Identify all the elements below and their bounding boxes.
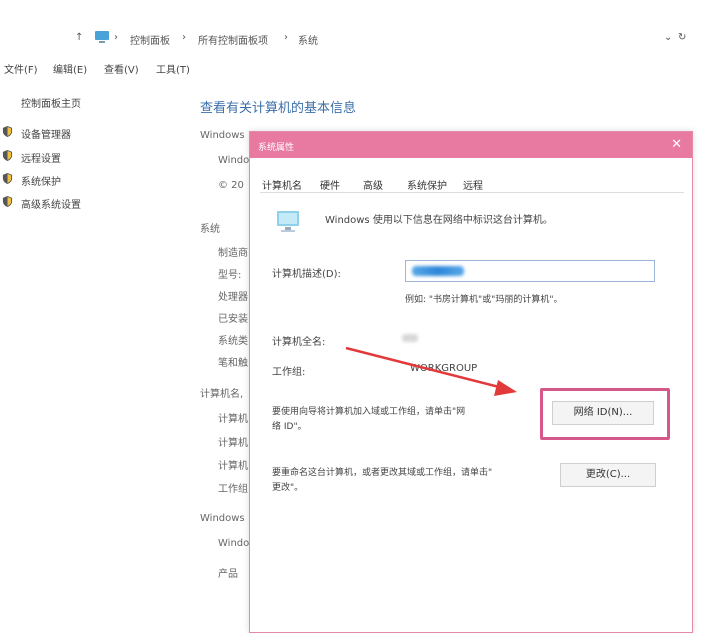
- annotation-arrow-icon: [345, 346, 517, 396]
